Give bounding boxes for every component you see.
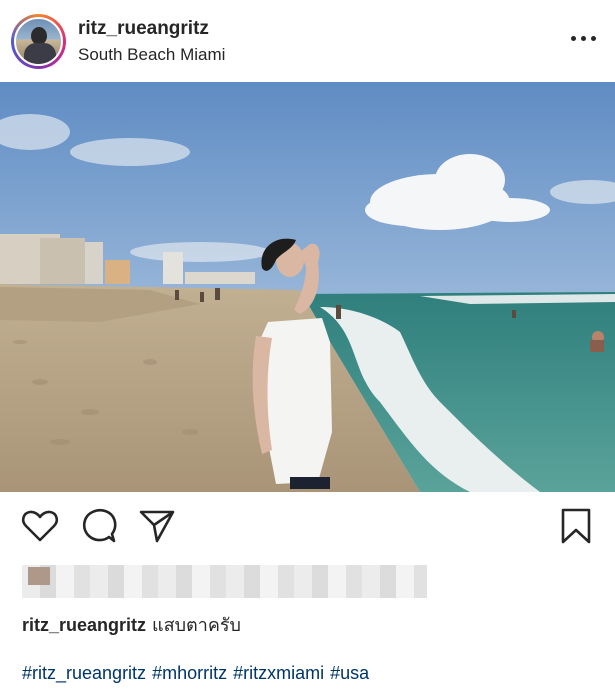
beach-photo	[0, 82, 615, 492]
caption-username[interactable]: ritz_rueangritz	[22, 615, 146, 635]
post-photo[interactable]	[0, 82, 615, 492]
avatar-image	[14, 17, 63, 66]
caption-text: แสบตาครับ	[152, 615, 241, 635]
hashtag-link[interactable]: #ritzxmiami	[233, 663, 324, 683]
avatar[interactable]	[11, 14, 66, 69]
comment-bubble-icon[interactable]	[79, 506, 119, 546]
likes-row-blurred	[22, 565, 427, 598]
post-header: ritz_rueangritz South Beach Miami	[0, 0, 615, 82]
more-options-icon[interactable]	[571, 28, 597, 48]
hashtag-link[interactable]: #ritz_rueangritz	[22, 663, 146, 683]
liker-avatar	[28, 567, 50, 585]
action-bar	[0, 500, 615, 550]
hashtag-list: #ritz_rueangritz #mhorritz #ritzxmiami #usa	[22, 663, 375, 684]
post-username[interactable]: ritz_rueangritz	[78, 18, 209, 40]
post-location[interactable]: South Beach Miami	[78, 45, 225, 65]
post-caption: ritz_rueangritz แสบตาครับ	[22, 610, 241, 639]
hashtag-link[interactable]: #usa	[330, 663, 369, 683]
heart-icon[interactable]	[20, 506, 60, 546]
hashtag-link[interactable]: #mhorritz	[152, 663, 227, 683]
paper-plane-icon[interactable]	[137, 506, 177, 546]
bookmark-icon[interactable]	[556, 506, 596, 546]
